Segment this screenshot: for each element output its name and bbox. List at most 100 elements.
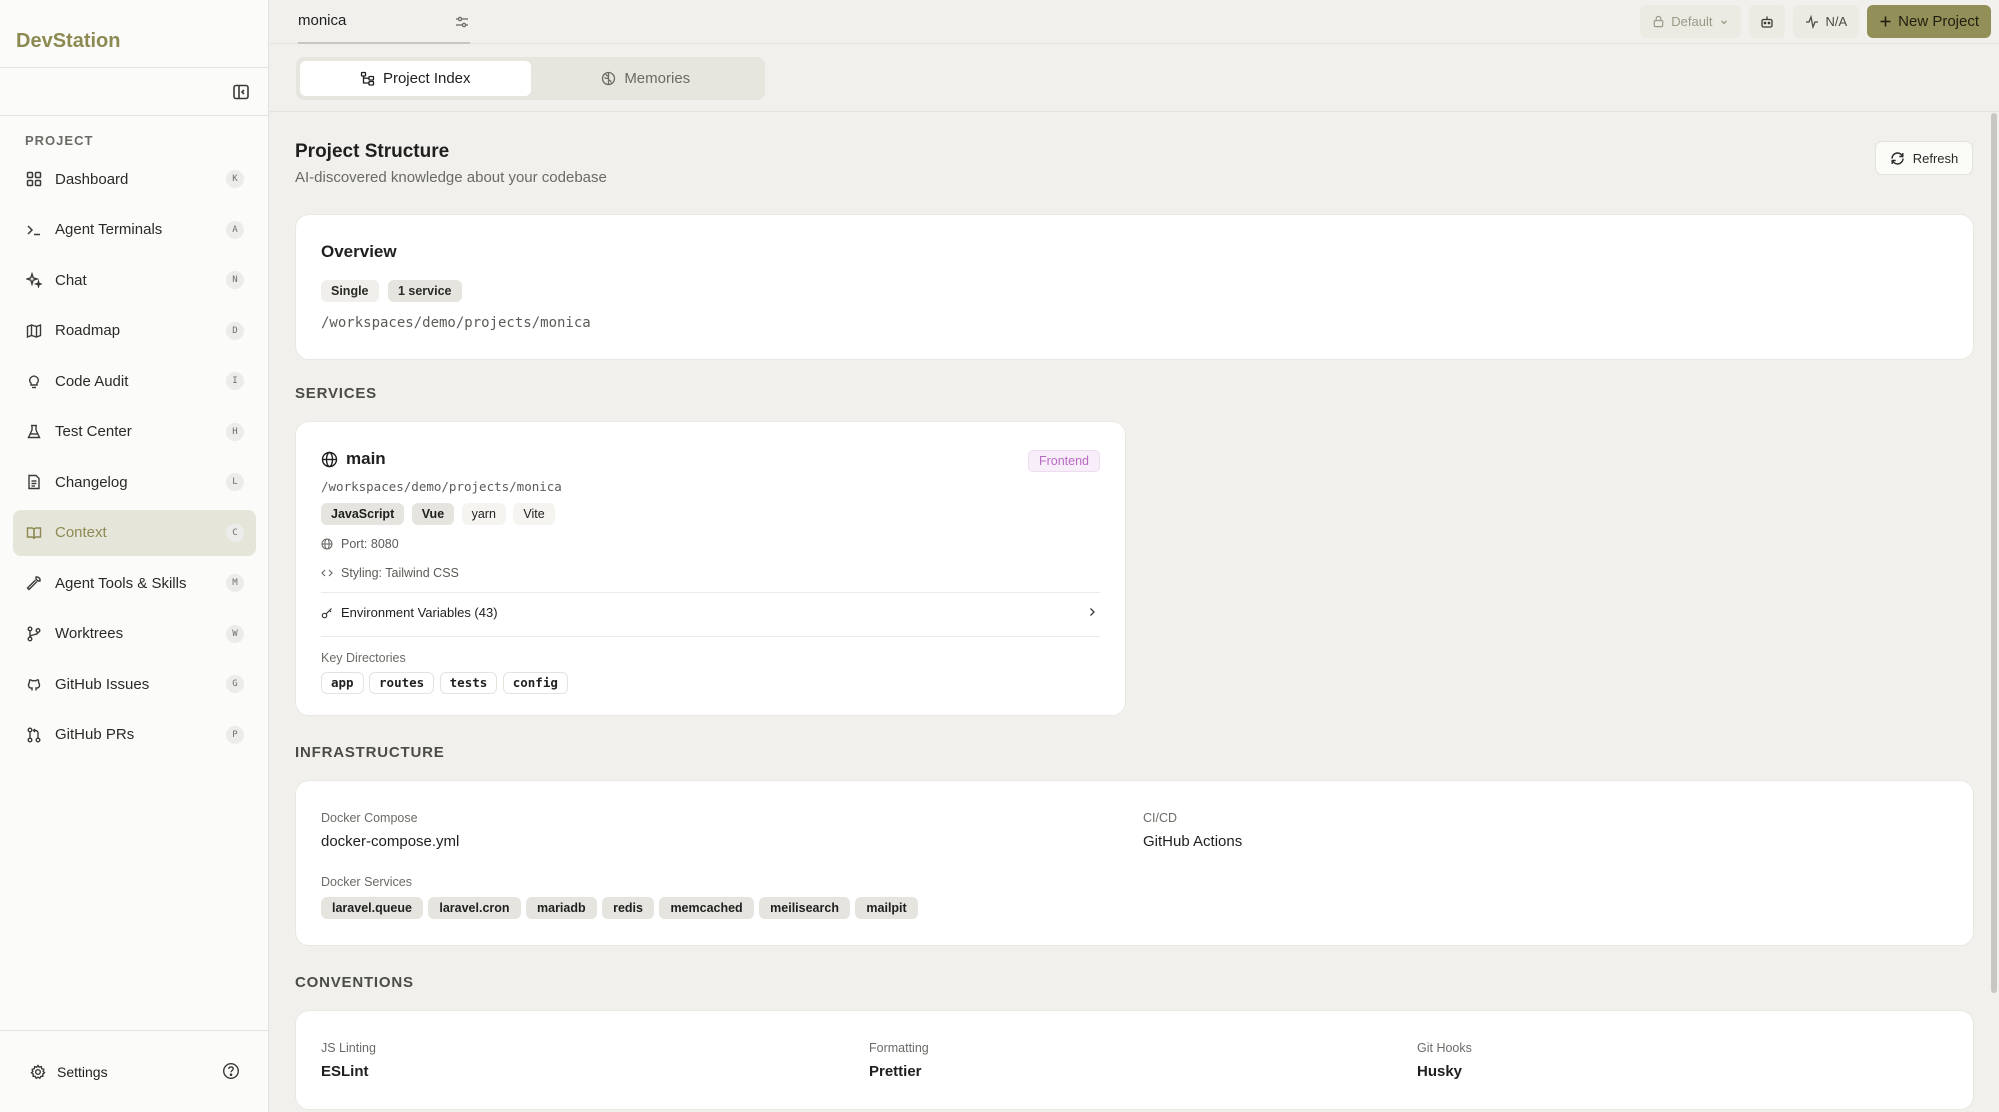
- globe-icon: [321, 451, 338, 467]
- sidebar-item-label: Agent Tools & Skills: [55, 574, 187, 592]
- sidebar-item-github-prs[interactable]: GitHub PRs P: [13, 712, 256, 758]
- cicd-label: CI/CD: [1143, 811, 1178, 825]
- shortcut-badge: W: [226, 624, 244, 643]
- docker-service-tag: laravel.queue: [321, 897, 423, 919]
- new-project-button[interactable]: New Project: [1867, 5, 1991, 38]
- shortcut-badge: C: [226, 523, 244, 542]
- refresh-button[interactable]: Refresh: [1875, 141, 1973, 175]
- docker-service-tag: mailpit: [855, 897, 918, 919]
- sidebar-section-label: PROJECT: [25, 133, 94, 148]
- activity-icon: [1806, 14, 1819, 29]
- sidebar: DevStation PROJECT Dashboard K Agent Ter…: [0, 0, 269, 1112]
- infrastructure-card: Docker Compose docker-compose.yml CI/CD …: [295, 780, 1974, 946]
- sidebar-item-chat[interactable]: Chat N: [13, 257, 256, 303]
- refresh-label: Refresh: [1912, 150, 1959, 166]
- file-text-icon: [25, 473, 43, 491]
- docker-services-label: Docker Services: [321, 875, 412, 889]
- sidebar-item-github-issues[interactable]: GitHub Issues G: [13, 661, 256, 707]
- sidebar-item-label: Roadmap: [55, 322, 121, 339]
- top-bar: monica Default N/A New Project: [270, 0, 1999, 44]
- cicd-value: GitHub Actions: [1143, 833, 1243, 850]
- sidebar-item-roadmap[interactable]: Roadmap D: [13, 308, 256, 354]
- service-name: main: [321, 449, 386, 469]
- sidebar-item-context[interactable]: Context C: [13, 509, 256, 556]
- service-count-badge: 1 service: [387, 280, 462, 302]
- tab-memories[interactable]: Memories: [531, 61, 762, 96]
- sidebar-item-agent-terminals[interactable]: Agent Terminals A: [13, 207, 256, 253]
- service-type-badge: Frontend: [1027, 450, 1100, 472]
- scrollbar-thumb[interactable]: [1991, 113, 1997, 993]
- sidebar-item-label: GitHub PRs: [55, 726, 135, 743]
- sparkles-icon: [25, 271, 43, 289]
- docker-service-tag: redis: [602, 897, 654, 919]
- scrollbar[interactable]: [1989, 113, 1999, 1112]
- shortcut-badge: G: [226, 675, 244, 693]
- git-branch-icon: [25, 625, 43, 643]
- bot-button[interactable]: [1749, 5, 1786, 38]
- plus-icon: [1880, 16, 1891, 27]
- project-path: /workspaces/demo/projects/monica: [321, 315, 591, 331]
- docker-service-tag: meilisearch: [759, 897, 850, 919]
- project-tab-label: monica: [298, 12, 347, 29]
- shortcut-badge: H: [226, 422, 244, 441]
- project-tab[interactable]: monica: [298, 0, 470, 44]
- overview-heading: Overview: [321, 242, 397, 261]
- env-vars-row[interactable]: Environment Variables (43): [321, 605, 1100, 620]
- service-port-label: Port: 8080: [341, 537, 399, 551]
- shortcut-badge: K: [226, 170, 244, 188]
- app-brand: DevStation: [0, 0, 268, 68]
- service-name-label: main: [346, 449, 386, 468]
- docker-compose-value: docker-compose.yml: [321, 833, 460, 850]
- sidebar-item-changelog[interactable]: Changelog L: [13, 459, 256, 505]
- key-directories-label: Key Directories: [321, 651, 406, 665]
- shortcut-badge: L: [226, 473, 244, 491]
- conventions-card: JS Linting ESLint Formatting Prettier Gi…: [295, 1010, 1974, 1110]
- shortcut-badge: P: [226, 725, 244, 744]
- sidebar-item-test-center[interactable]: Test Center H: [13, 409, 256, 455]
- shortcut-badge: D: [226, 321, 244, 340]
- chevron-right-icon: [1090, 608, 1095, 616]
- convention-value: ESLint: [321, 1063, 369, 1080]
- sidebar-item-dashboard[interactable]: Dashboard K: [13, 156, 256, 202]
- context-tabs: Project Index Memories: [296, 57, 765, 100]
- profile-selector[interactable]: Default: [1640, 5, 1742, 38]
- sidebar-item-label: Agent Terminals: [55, 221, 163, 238]
- activity-status-button[interactable]: N/A: [1793, 5, 1860, 38]
- shortcut-badge: N: [226, 271, 244, 289]
- sidebar-item-agent-tools[interactable]: Agent Tools & Skills M: [13, 560, 256, 606]
- divider: [321, 636, 1100, 637]
- tab-project-index[interactable]: Project Index: [300, 61, 531, 96]
- dashboard-icon: [25, 170, 43, 188]
- tech-tag: Vite: [513, 503, 555, 525]
- settings-button[interactable]: Settings: [29, 1063, 108, 1081]
- map-icon: [25, 322, 43, 340]
- globe-icon: [321, 538, 333, 550]
- env-vars-label: Environment Variables (43): [341, 605, 498, 620]
- sidebar-item-label: GitHub Issues: [55, 675, 150, 693]
- page-subtitle: AI-discovered knowledge about your codeb…: [295, 169, 607, 186]
- sliders-icon[interactable]: [454, 14, 470, 30]
- shortcut-badge: I: [226, 372, 244, 390]
- sidebar-item-label: Dashboard: [55, 170, 129, 188]
- flask-icon: [25, 423, 43, 441]
- chevron-down-icon: [1721, 20, 1728, 24]
- docker-compose-label: Docker Compose: [321, 811, 418, 825]
- github-icon: [25, 675, 43, 693]
- folder-tree-icon: [360, 71, 375, 86]
- directory-tag: routes: [369, 672, 435, 694]
- bot-icon: [1761, 16, 1774, 28]
- key-directories: app routes tests config: [321, 672, 569, 694]
- directory-tag: tests: [439, 672, 498, 694]
- sidebar-item-worktrees[interactable]: Worktrees W: [13, 611, 256, 657]
- service-port: Port: 8080: [321, 537, 399, 551]
- book-icon: [25, 524, 43, 542]
- sidebar-collapse-icon[interactable]: [232, 83, 250, 101]
- tech-tag: yarn: [461, 503, 506, 525]
- sidebar-footer: Settings: [0, 1030, 269, 1112]
- help-circle-icon[interactable]: [222, 1062, 240, 1080]
- git-pull-request-icon: [25, 726, 43, 744]
- shortcut-badge: M: [226, 574, 244, 592]
- conventions-heading: CONVENTIONS: [295, 974, 414, 991]
- docker-service-tag: mariadb: [526, 897, 597, 919]
- sidebar-item-code-audit[interactable]: Code Audit I: [13, 358, 256, 404]
